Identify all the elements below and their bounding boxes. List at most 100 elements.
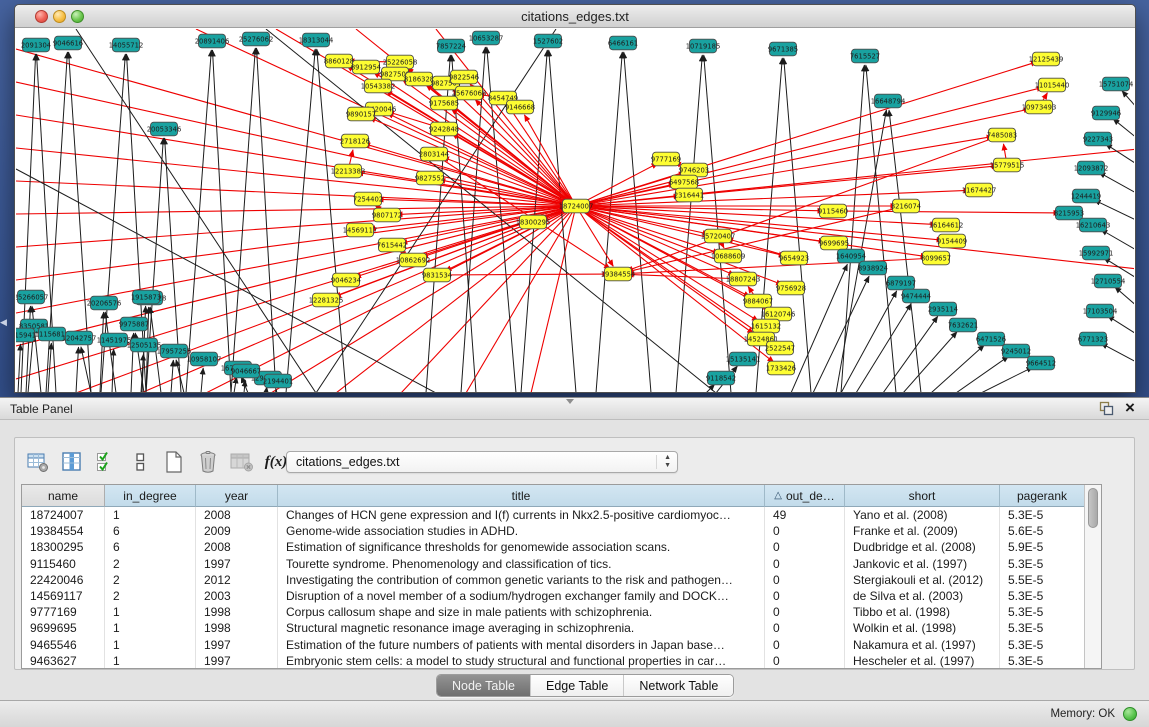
graph-node[interactable]: 2718126 [340,134,370,148]
table-row[interactable]: 1456911722003Disruption of a novel membe… [22,588,1101,604]
graph-node[interactable]: 6466161 [608,36,638,50]
graph-edge[interactable] [704,55,731,392]
column-header-out_de[interactable]: △out_de… [765,485,845,507]
graph-node[interactable]: 14569117 [343,223,378,237]
graph-node[interactable]: 25266057 [16,290,48,304]
table-cell[interactable]: Disruption of a novel member of a sodium… [278,588,765,604]
graph-node[interactable]: 18724007 [559,199,594,213]
table-cell[interactable]: Jankovic et al. (1997) [845,556,1000,572]
graph-node[interactable]: 2316441 [674,188,704,202]
new-table-icon[interactable] [157,448,191,476]
graph-node[interactable]: 1733426 [766,361,796,375]
table-cell[interactable]: 1997 [196,556,278,572]
tab-network-table[interactable]: Network Table [624,675,733,696]
graph-node[interactable]: 16164612 [929,218,964,232]
table-cell[interactable]: 0 [765,523,845,539]
row-height-icon[interactable] [123,448,157,476]
graph-node[interactable]: 7632621 [948,318,978,332]
table-cell[interactable]: 2003 [196,588,278,604]
table-row[interactable]: 946554611997Estimation of the future num… [22,637,1101,653]
graph-node[interactable]: 2194401 [263,374,293,388]
graph-edge[interactable] [531,206,576,392]
graph-edge[interactable] [576,206,937,225]
graph-node[interactable]: 2091304 [21,38,51,52]
graph-node[interactable]: 9046234 [331,273,361,287]
table-row[interactable]: 969969511998Structural magnetic resonanc… [22,620,1101,636]
table-cell[interactable]: Tibbo et al. (1998) [845,604,1000,620]
graph-node[interactable]: 2522547 [765,341,795,355]
scrollbar-thumb[interactable] [1088,488,1098,528]
table-cell[interactable]: 5.5E-5 [1000,572,1085,588]
graph-edge[interactable] [981,367,1033,392]
graph-node[interactable]: 18807243 [726,272,761,286]
table-cell[interactable]: Nakamura et al. (1997) [845,637,1000,653]
table-cell[interactable]: 1997 [196,653,278,669]
graph-node[interactable]: 1527602 [533,34,563,48]
graph-node[interactable]: 9777169 [651,152,681,166]
graph-node[interactable]: 9827552 [415,171,445,185]
graph-node[interactable]: 9822546 [449,70,479,84]
graph-node[interactable]: 10543382 [361,79,396,93]
splitter-grip-icon[interactable] [566,399,574,404]
graph-node[interactable]: 9884067 [743,294,773,308]
graph-node[interactable]: 2803144 [419,147,449,161]
graph-node[interactable]: 15135141 [726,352,761,366]
table-cell[interactable]: 1998 [196,604,278,620]
graph-node[interactable]: 12125439 [1029,52,1064,66]
graph-edge[interactable] [76,347,79,392]
table-cell[interactable]: 1997 [196,637,278,653]
graph-edge[interactable] [171,360,173,392]
graph-node[interactable]: 1640954 [836,249,866,263]
table-cell[interactable]: 9463627 [22,653,105,669]
table-cell[interactable]: 49 [765,507,845,523]
graph-node[interactable]: 9175685 [429,96,459,110]
table-cell[interactable]: 1 [105,620,196,636]
tab-node-table[interactable]: Node Table [437,675,531,696]
table-cell[interactable]: 5.3E-5 [1000,507,1085,523]
table-cell[interactable]: 2 [105,556,196,572]
table-cell[interactable]: Dudbridge et al. (2008) [845,539,1000,555]
graph-edge[interactable] [1113,119,1134,139]
graph-edge[interactable] [437,274,609,275]
graph-node[interactable]: 9242848 [429,122,459,136]
graph-node[interactable]: 8215953 [1054,206,1084,220]
select-columns-icon[interactable] [89,448,123,476]
graph-node[interactable]: 12213383 [331,164,366,178]
graph-node[interactable]: 3915941 [16,328,36,342]
table-cell[interactable]: Estimation of significance thresholds fo… [278,539,765,555]
table-cell[interactable]: 9465546 [22,637,105,653]
graph-node[interactable]: 25276062 [239,32,274,46]
graph-node[interactable]: 9227343 [1083,132,1113,146]
column-header-year[interactable]: year [196,485,278,507]
graph-node[interactable]: 9146668 [505,100,535,114]
graph-node[interactable]: 2935114 [928,302,958,316]
graph-node[interactable]: 10958107 [187,352,222,366]
table-row[interactable]: 1872400712008Changes of HCN gene express… [22,507,1101,523]
graph-node[interactable]: 12710554 [1091,274,1126,288]
column-header-in_degree[interactable]: in_degree [105,485,196,507]
column-header-title[interactable]: title [278,485,765,507]
table-cell[interactable]: 0 [765,539,845,555]
table-vertical-scrollbar[interactable] [1084,485,1101,668]
table-cell[interactable]: 0 [765,604,845,620]
table-cell[interactable]: 9777169 [22,604,105,620]
graph-node[interactable]: 18300295 [516,215,551,229]
graph-node[interactable]: 8860128 [324,54,354,68]
column-header-short[interactable]: short [845,485,1000,507]
graph-node[interactable]: 9245012 [1001,344,1031,358]
graph-node[interactable]: 9474444 [901,289,931,303]
table-cell[interactable]: Corpus callosum shape and size in male p… [278,604,765,620]
graph-edge[interactable] [833,211,1060,213]
graph-edge[interactable] [16,206,576,280]
graph-node[interactable]: 12281325 [309,293,344,307]
graph-node[interactable]: 1615132 [751,319,781,333]
table-cell[interactable]: 2008 [196,507,278,523]
graph-edge[interactable] [16,49,576,206]
table-cell[interactable]: 0 [765,556,845,572]
graph-node[interactable]: 9654923 [779,251,809,265]
table-cell[interactable]: Wolkin et al. (1998) [845,620,1000,636]
graph-edge[interactable] [576,136,993,206]
table-cell[interactable]: 5.3E-5 [1000,637,1085,653]
graph-node[interactable]: 14055712 [109,38,144,52]
graph-node[interactable]: 9664512 [1026,356,1056,370]
